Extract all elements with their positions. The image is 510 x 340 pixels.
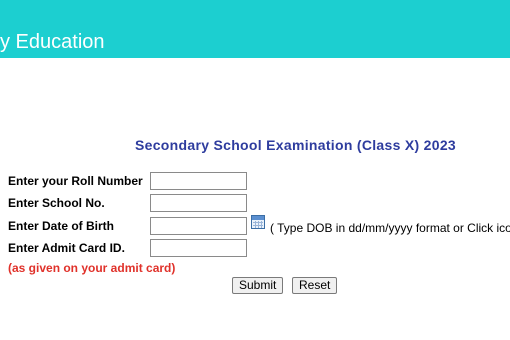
reset-button[interactable]: Reset <box>292 277 338 294</box>
submit-button[interactable]: Submit <box>232 277 284 294</box>
dob-input[interactable] <box>150 217 247 235</box>
roll-number-label: Enter your Roll Number <box>8 174 143 188</box>
dob-hint: ( Type DOB in dd/mm/yyyy format or Click… <box>270 221 510 235</box>
roll-number-input[interactable] <box>150 172 247 190</box>
form-title: Secondary School Examination (Class X) 2… <box>135 137 457 153</box>
header-title: y Education <box>0 31 105 53</box>
dob-label: Enter Date of Birth <box>8 219 115 233</box>
header-banner: y Education <box>0 0 510 58</box>
calendar-icon[interactable] <box>251 215 265 229</box>
admit-card-input[interactable] <box>150 239 247 257</box>
school-no-label: Enter School No. <box>8 196 105 210</box>
admit-card-label: Enter Admit Card ID. <box>8 241 125 255</box>
admit-card-note: (as given on your admit card) <box>8 261 176 275</box>
school-no-input[interactable] <box>150 194 247 212</box>
